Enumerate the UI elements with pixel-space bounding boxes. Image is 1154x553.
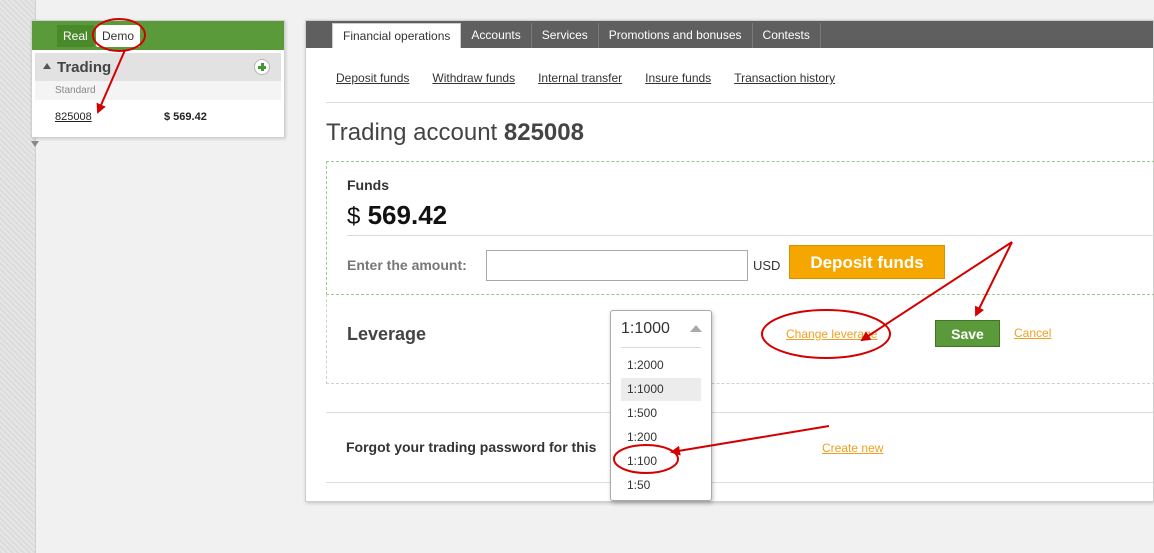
subnav-transaction-history[interactable]: Transaction history	[734, 71, 835, 85]
save-button[interactable]: Save	[935, 320, 1000, 347]
add-account-icon[interactable]	[254, 59, 270, 75]
main-tabbar: Financial operations Accounts Services P…	[306, 21, 1153, 48]
page-title-prefix: Trading account	[326, 119, 498, 146]
funds-amount: $ 569.42	[347, 200, 447, 231]
tab-promotions-and-bonuses[interactable]: Promotions and bonuses	[599, 23, 753, 48]
tab-real[interactable]: Real	[57, 25, 94, 47]
leverage-option[interactable]: 1:1000	[621, 378, 701, 401]
funds-currency: $	[347, 203, 361, 230]
leverage-label: Leverage	[347, 324, 427, 344]
account-type-tabs: Real Demo	[32, 21, 284, 50]
forgot-password-text: Forgot your trading password for this	[346, 439, 597, 455]
trading-section-header[interactable]: Trading	[35, 53, 281, 81]
financial-subnav: Deposit funds Withdraw funds Internal tr…	[336, 71, 835, 85]
leverage-option[interactable]: 1:200	[621, 426, 701, 449]
panel-corner-arrow-icon	[31, 141, 39, 147]
leverage-option[interactable]: 1:50	[621, 474, 701, 497]
collapse-arrow-icon[interactable]	[43, 63, 51, 69]
tab-contests[interactable]: Contests	[753, 23, 821, 48]
divider	[347, 235, 1154, 236]
currency-label: USD	[753, 258, 781, 273]
subnav-withdraw-funds[interactable]: Withdraw funds	[432, 71, 515, 85]
leverage-selected-value[interactable]: 1:1000	[621, 320, 670, 338]
accounts-sidebar: Real Demo Trading Standard 825008 $ 569.…	[31, 20, 285, 138]
tab-financial-operations[interactable]: Financial operations	[332, 23, 462, 48]
divider	[326, 102, 1153, 103]
funds-label: Funds	[347, 177, 389, 193]
subnav-deposit-funds[interactable]: Deposit funds	[336, 71, 409, 85]
funds-box: Funds $ 569.42 Enter the amount: USD Dep…	[326, 161, 1154, 295]
account-number-link[interactable]: 825008	[55, 111, 92, 123]
leverage-option[interactable]: 1:500	[621, 402, 701, 425]
page-title: Trading account 825008	[326, 119, 584, 147]
page-title-account: 825008	[503, 119, 584, 146]
divider	[621, 347, 701, 348]
leverage-option[interactable]: 1:2000	[621, 354, 701, 377]
change-leverage-link[interactable]: Change leverage	[786, 327, 877, 341]
account-balance: $ 569.42	[164, 111, 207, 123]
account-row[interactable]: 825008 $ 569.42	[32, 100, 284, 134]
subnav-insure-funds[interactable]: Insure funds	[645, 71, 711, 85]
deposit-funds-button[interactable]: Deposit funds	[789, 245, 945, 279]
tab-demo[interactable]: Demo	[96, 25, 141, 47]
subnav-internal-transfer[interactable]: Internal transfer	[538, 71, 622, 85]
leverage-dropdown[interactable]: 1:1000 1:2000 1:1000 1:500 1:200 1:100 1…	[610, 310, 712, 501]
chevron-up-icon[interactable]	[690, 325, 702, 332]
leverage-option[interactable]: 1:100	[621, 450, 701, 473]
amount-input[interactable]	[486, 250, 748, 281]
enter-amount-label: Enter the amount:	[347, 257, 467, 273]
tab-services[interactable]: Services	[532, 23, 599, 48]
create-new-password-link[interactable]: Create new	[822, 441, 883, 455]
leverage-box: Leverage Change leverage Save Cancel	[326, 294, 1154, 384]
divider	[326, 482, 1153, 483]
funds-value: 569.42	[367, 200, 448, 230]
cancel-link[interactable]: Cancel	[1014, 326, 1051, 340]
section-title: Trading	[57, 59, 112, 76]
account-group-label: Standard	[35, 81, 281, 100]
tab-accounts[interactable]: Accounts	[461, 23, 532, 48]
divider	[326, 412, 1153, 413]
main-panel: Financial operations Accounts Services P…	[305, 20, 1154, 502]
